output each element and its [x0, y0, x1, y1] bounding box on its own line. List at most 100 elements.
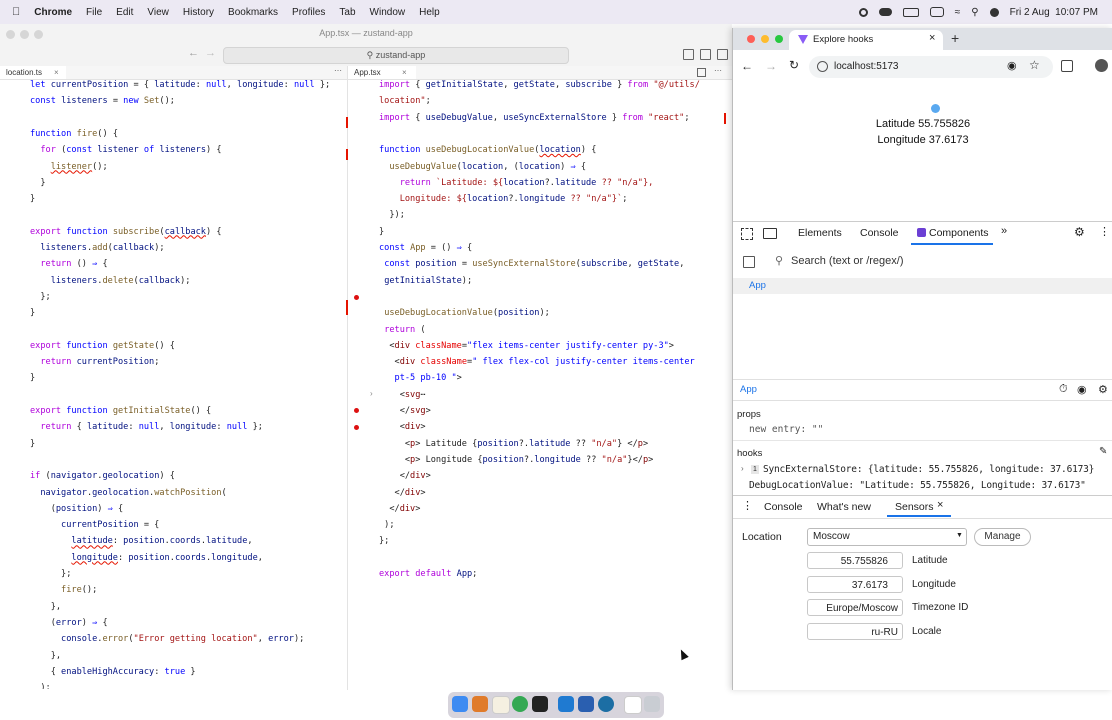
- site-info-icon[interactable]: [817, 61, 828, 72]
- terminal-icon[interactable]: [532, 696, 548, 712]
- hook-debug-location-value[interactable]: DebugLocationValue: "Latitude: 55.755826…: [749, 480, 1086, 491]
- code-line: const listeners = new Set();: [30, 96, 175, 107]
- vscode-insiders-icon[interactable]: [578, 696, 594, 712]
- kebab-menu-icon[interactable]: ⋮: [1099, 225, 1110, 238]
- component-search-input[interactable]: Search (text or /regex/): [791, 255, 904, 267]
- breakpoint-dot[interactable]: [354, 295, 359, 300]
- browser-tab[interactable]: Explore hooks ×: [789, 30, 943, 50]
- close-tab-icon[interactable]: ×: [929, 32, 935, 44]
- menu-bookmarks[interactable]: Bookmarks: [228, 7, 278, 18]
- timer-icon[interactable]: ⏱: [1059, 383, 1068, 396]
- menu-view[interactable]: View: [147, 7, 169, 18]
- tab-console[interactable]: Console: [860, 227, 899, 239]
- more-actions-icon[interactable]: ⋯: [334, 66, 342, 75]
- eye-icon[interactable]: ◉: [1077, 383, 1087, 396]
- toggle-secondary-sidebar-icon[interactable]: [717, 49, 728, 60]
- vscode-titlebar: App.tsx — zustand-app: [0, 24, 732, 45]
- toggle-panel-icon[interactable]: [700, 49, 711, 60]
- code-line: navigator.geolocation.watchPosition(: [40, 487, 227, 498]
- document-icon[interactable]: [624, 696, 642, 714]
- record-icon[interactable]: [858, 7, 868, 17]
- bookmark-star-icon[interactable]: ☆: [1029, 58, 1040, 72]
- tree-item-app[interactable]: App: [749, 280, 766, 291]
- close-drawer-tab-icon[interactable]: ×: [937, 499, 943, 511]
- notes-icon[interactable]: [492, 696, 510, 714]
- breakpoint-dot[interactable]: [354, 425, 359, 430]
- back-arrow-icon[interactable]: ←: [741, 59, 753, 73]
- inspect-element-icon[interactable]: [741, 228, 753, 240]
- address-bar[interactable]: localhost:5173 ◉ ☆: [809, 56, 1053, 78]
- menu-app-name[interactable]: Chrome: [34, 7, 72, 18]
- code-line: Longitude: ${location?.longitude ?? "n/a…: [399, 194, 628, 205]
- wifi-icon[interactable]: ≈: [955, 7, 961, 18]
- spotlight-icon[interactable]: ⚲: [971, 7, 978, 18]
- edit-pen-icon[interactable]: ✎: [1099, 446, 1107, 457]
- menu-profiles[interactable]: Profiles: [292, 7, 325, 18]
- extensions-icon[interactable]: [1061, 60, 1073, 72]
- latitude-input[interactable]: 55.755826: [807, 552, 903, 569]
- more-actions-icon[interactable]: ⋯: [714, 66, 722, 75]
- menu-tab[interactable]: Tab: [339, 7, 355, 18]
- vscode-icon[interactable]: [558, 696, 574, 712]
- tab-components[interactable]: Components: [929, 227, 989, 239]
- user-icon[interactable]: [989, 7, 999, 17]
- menu-file[interactable]: File: [86, 7, 102, 18]
- code-line: }: [30, 177, 46, 188]
- close-window-button[interactable]: [747, 35, 755, 43]
- longitude-input[interactable]: 37.6173: [807, 576, 903, 593]
- drawer-tab-console[interactable]: Console: [764, 501, 803, 513]
- clock[interactable]: Fri 2 Aug 10:07 PM: [1010, 7, 1098, 18]
- manage-button[interactable]: Manage: [974, 528, 1031, 546]
- expand-chevron-icon[interactable]: ›: [741, 464, 744, 473]
- menu-help[interactable]: Help: [419, 7, 440, 18]
- menu-edit[interactable]: Edit: [116, 7, 133, 18]
- reload-icon[interactable]: ↻: [789, 58, 799, 72]
- bug-icon[interactable]: ⚙: [1098, 383, 1108, 396]
- chrome-icon[interactable]: [512, 696, 528, 712]
- timezone-input[interactable]: Europe/Moscow: [807, 599, 903, 616]
- tab-elements[interactable]: Elements: [798, 227, 842, 239]
- component-tree-row[interactable]: App: [733, 278, 1112, 294]
- forward-arrow-icon[interactable]: →: [205, 47, 216, 59]
- settings-gear-icon[interactable]: ⚙: [1074, 225, 1085, 239]
- right-editor[interactable]: import { getInitialState, getState, subs…: [379, 77, 731, 689]
- split-editor-icon[interactable]: [697, 68, 706, 77]
- fold-chevron-icon[interactable]: ›: [370, 389, 373, 398]
- new-tab-icon[interactable]: +: [951, 30, 959, 46]
- app-icon[interactable]: [472, 696, 488, 712]
- profile-avatar[interactable]: [1095, 59, 1108, 72]
- hook-sync-external-store[interactable]: SyncExternalStore: {latitude: 55.755826,…: [763, 464, 1094, 475]
- forward-arrow-icon[interactable]: →: [765, 59, 777, 73]
- drawer-tab-whats-new[interactable]: What's new: [817, 501, 871, 513]
- code-line: const App = () ⇒ {: [379, 243, 473, 253]
- drawer-tab-sensors[interactable]: Sensors: [895, 501, 934, 513]
- location-select[interactable]: Moscow ▼: [807, 528, 967, 546]
- toggle-sidebar-icon[interactable]: [683, 49, 694, 60]
- page-content: Latitude 55.755826 Longitude 37.6173: [733, 84, 1112, 224]
- drawer-menu-icon[interactable]: ⋮: [742, 499, 753, 512]
- props-new-entry[interactable]: new entry: "": [749, 424, 823, 435]
- code-line: </div>: [379, 471, 431, 482]
- left-editor[interactable]: let currentPosition = { latitude: null, …: [30, 77, 346, 689]
- command-center-search[interactable]: ⚲ zustand-app: [223, 47, 569, 64]
- browser-icon[interactable]: [598, 696, 614, 712]
- trash-icon[interactable]: [644, 696, 660, 712]
- locale-input[interactable]: ru-RU: [807, 623, 903, 640]
- menu-history[interactable]: History: [183, 7, 214, 18]
- back-arrow-icon[interactable]: ←: [188, 47, 199, 59]
- device-toolbar-icon[interactable]: [763, 228, 777, 239]
- control-center-icon[interactable]: [929, 7, 944, 17]
- finder-icon[interactable]: [452, 696, 468, 712]
- select-component-icon[interactable]: [743, 256, 755, 268]
- menu-window[interactable]: Window: [370, 7, 406, 18]
- more-tabs-chevron-icon[interactable]: »: [1001, 225, 1007, 237]
- code-line: let currentPosition = { latitude: null, …: [30, 80, 331, 90]
- cloud-icon[interactable]: [878, 8, 892, 16]
- minimize-window-button[interactable]: [761, 35, 769, 43]
- code-line: useDebugLocationValue(position);: [384, 308, 550, 319]
- apple-icon[interactable]: : [12, 6, 20, 18]
- breakpoint-dot[interactable]: [354, 408, 359, 413]
- location-pin-icon[interactable]: ◉: [1007, 59, 1017, 72]
- zoom-window-button[interactable]: [775, 35, 783, 43]
- battery-icon[interactable]: [902, 7, 919, 17]
